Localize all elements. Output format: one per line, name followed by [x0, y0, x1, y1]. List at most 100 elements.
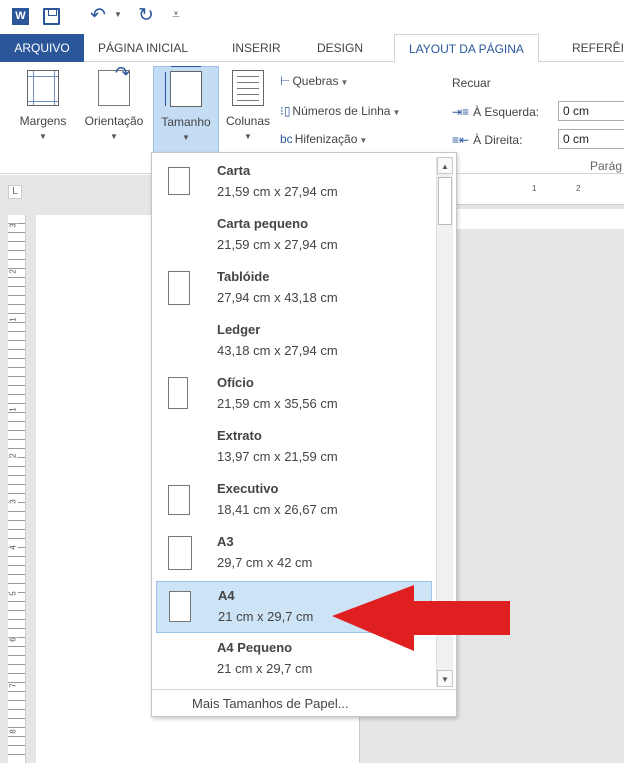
indent-left-label: À Esquerda: [473, 105, 540, 119]
paper-size-dims: 21 cm x 29,7 cm [217, 661, 313, 676]
line-numbers-icon: ⁝▯ [280, 104, 291, 118]
chevron-down-icon: ▼ [359, 136, 368, 145]
tab-pagina-inicial[interactable]: PÁGINA INICIAL [98, 34, 188, 62]
orientation-icon [98, 63, 130, 106]
page-thumbnail-icon [168, 377, 188, 409]
chevron-down-icon: ▼ [39, 132, 47, 141]
paper-size-name: Ofício [217, 375, 254, 390]
orientation-label: Orientação [84, 114, 144, 128]
undo-dropdown-icon[interactable]: ▼ [114, 10, 122, 19]
paper-size-item[interactable]: Tablóide 27,94 cm x 43,18 cm [156, 263, 432, 315]
chevron-down-icon: ▼ [244, 132, 252, 141]
paper-size-dims: 21,59 cm x 35,56 cm [217, 396, 338, 411]
tab-selector-icon[interactable]: L [8, 185, 22, 199]
hyphenation-label: Hifenização [294, 132, 358, 146]
ruler-number: 1 [532, 184, 537, 193]
ruler-number: 8 [8, 729, 18, 734]
save-icon[interactable] [43, 8, 60, 25]
ruler-number: 2 [8, 453, 18, 458]
indent-left-icon: ⇥≡ [452, 105, 470, 119]
indent-title: Recuar [452, 76, 491, 90]
columns-button[interactable]: Colunas ▼ [222, 66, 274, 152]
ruler-number: 1 [8, 317, 18, 322]
chevron-down-icon: ▼ [110, 132, 118, 141]
tab-inserir[interactable]: INSERIR [232, 34, 281, 62]
indent-right-input[interactable] [558, 129, 624, 149]
tab-design[interactable]: DESIGN [317, 34, 363, 62]
paper-size-dims: 27,94 cm x 43,18 cm [217, 290, 338, 305]
page-thumbnail-icon [168, 536, 192, 570]
breaks-icon: ⊢ [280, 74, 291, 88]
scroll-up-icon[interactable]: ▲ [437, 157, 453, 174]
paper-size-item[interactable]: Executivo 18,41 cm x 26,67 cm [156, 475, 432, 527]
paper-size-item[interactable]: Carta pequeno 21,59 cm x 27,94 cm [156, 210, 432, 262]
page-thumbnail-icon [168, 167, 190, 195]
paper-size-dims: 21,59 cm x 27,94 cm [217, 237, 338, 252]
paper-size-item[interactable]: Ofício 21,59 cm x 35,56 cm [156, 369, 432, 421]
ruler-number: 2 [576, 184, 581, 193]
paper-size-name: Extrato [217, 428, 262, 443]
ruler-number: 5 [8, 591, 18, 596]
ruler-number: 4 [8, 545, 18, 550]
line-numbers-button[interactable]: ⁝▯ Números de Linha ▼ [280, 104, 400, 118]
document-page-right[interactable] [452, 209, 624, 229]
ribbon-tabs: ARQUIVO PÁGINA INICIAL INSERIR DESIGN LA… [0, 34, 624, 63]
scroll-down-icon[interactable]: ▼ [437, 670, 453, 687]
redo-icon[interactable]: ↻ [138, 4, 154, 27]
columns-icon [232, 70, 264, 106]
paper-size-dims: 21 cm x 29,7 cm [218, 609, 314, 624]
more-paper-sizes-button[interactable]: Mais Tamanhos de Papel... [152, 689, 456, 717]
ruler-number: 3 [8, 499, 18, 504]
paper-size-name: A4 [218, 588, 235, 603]
margins-label: Margens [19, 114, 67, 128]
vertical-ruler[interactable]: 3 2 1 1 2 3 4 5 6 7 8 [8, 215, 26, 763]
paper-size-item[interactable]: A3 29,7 cm x 42 cm [156, 528, 432, 580]
ruler-number: 3 [8, 223, 18, 228]
indent-right-icon: ≡⇤ [452, 133, 470, 147]
columns-label: Colunas [225, 114, 271, 128]
breaks-button[interactable]: ⊢ Quebras ▼ [280, 74, 348, 88]
paper-size-dims: 13,97 cm x 21,59 cm [217, 449, 338, 464]
page-thumbnail-icon [168, 271, 190, 305]
indent-left-input[interactable] [558, 101, 624, 121]
undo-icon[interactable]: ↶ [90, 4, 106, 27]
indent-left-row: ⇥≡ À Esquerda: [452, 105, 539, 119]
ruler-number: 1 [8, 407, 18, 412]
paper-size-item[interactable]: Carta 21,59 cm x 27,94 cm [156, 157, 432, 209]
breaks-label: Quebras [292, 74, 339, 88]
tab-referencias[interactable]: REFERÊI [572, 34, 624, 62]
size-button[interactable]: Tamanho ▼ [153, 66, 219, 158]
quick-access-toolbar: W ↶ ▼ ↻ ⩡ [0, 0, 624, 34]
paper-size-item[interactable]: Extrato 13,97 cm x 21,59 cm [156, 422, 432, 474]
hyphenation-button[interactable]: bc Hifenização ▼ [280, 132, 367, 146]
ruler-number: 2 [8, 269, 18, 274]
paper-size-name: A4 Pequeno [217, 640, 293, 655]
page-thumbnail-icon [168, 485, 190, 515]
chevron-down-icon: ▼ [340, 78, 349, 87]
paper-size-name: Executivo [217, 481, 279, 496]
paragraph-group-label: Parág [590, 159, 623, 173]
hyphenation-icon: bc [280, 132, 293, 146]
size-label: Tamanho [161, 115, 211, 129]
tab-arquivo[interactable]: ARQUIVO [0, 34, 84, 62]
horizontal-ruler[interactable]: 1 2 [452, 175, 624, 205]
line-numbers-label: Números de Linha [292, 104, 391, 118]
margins-icon [27, 70, 59, 106]
chevron-down-icon: ▼ [392, 108, 401, 117]
paper-size-name: Carta pequeno [217, 216, 309, 231]
customize-qat-icon[interactable]: ⩡ [172, 6, 180, 23]
tab-layout-da-pagina[interactable]: LAYOUT DA PÁGINA [394, 34, 539, 63]
indent-right-label: À Direita: [473, 133, 523, 147]
paper-size-dims: 18,41 cm x 26,67 cm [217, 502, 338, 517]
paper-size-name: Ledger [217, 322, 261, 337]
ruler-number: 6 [8, 637, 18, 642]
margins-button[interactable]: Margens ▼ [12, 66, 74, 152]
word-icon[interactable]: W [12, 8, 29, 25]
size-icon [165, 66, 202, 107]
orientation-button[interactable]: Orientação ▼ [78, 63, 150, 152]
paper-size-name: Carta [217, 163, 251, 178]
scrollbar-thumb[interactable] [438, 177, 452, 225]
paper-size-name: Tablóide [217, 269, 270, 284]
paper-size-dims: 29,7 cm x 42 cm [217, 555, 313, 570]
paper-size-item[interactable]: Ledger 43,18 cm x 27,94 cm [156, 316, 432, 368]
